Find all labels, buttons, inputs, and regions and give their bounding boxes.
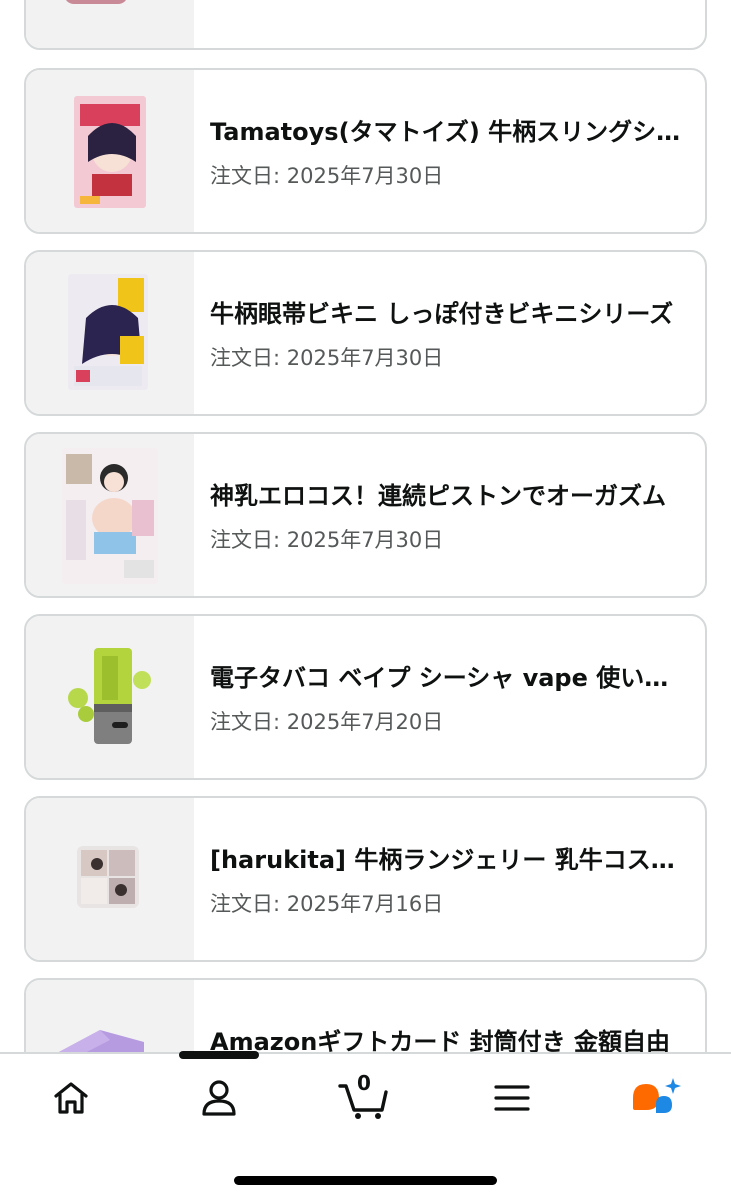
product-thumbnail xyxy=(26,0,194,48)
product-image xyxy=(64,0,128,4)
product-thumbnail xyxy=(26,980,194,1060)
order-card[interactable]: Tamatoys(タマトイズ) 牛柄スリングショット 注文日: 2025年7月3… xyxy=(24,68,707,234)
order-title[interactable]: [harukita] 牛柄ランジェリー 乳牛コスプレ xyxy=(210,840,682,875)
product-thumbnail xyxy=(26,616,194,778)
product-image xyxy=(74,96,146,208)
order-card[interactable] xyxy=(24,0,707,50)
product-image xyxy=(62,448,158,584)
order-card[interactable]: [harukita] 牛柄ランジェリー 乳牛コスプレ 注文日: 2025年7月1… xyxy=(24,796,707,962)
home-indicator[interactable] xyxy=(234,1176,497,1185)
order-title[interactable]: 電子タバコ ベイプ シーシャ vape 使い捨て xyxy=(210,658,682,693)
nav-rufus[interactable] xyxy=(626,1070,686,1126)
user-icon xyxy=(202,1080,236,1116)
nav-cart[interactable]: 0 xyxy=(334,1070,394,1126)
menu-icon xyxy=(494,1085,530,1111)
order-date: 注文日: 2025年7月30日 xyxy=(210,164,444,188)
order-date: 注文日: 2025年7月16日 xyxy=(210,892,444,916)
order-date: 注文日: 2025年7月30日 xyxy=(210,528,444,552)
home-icon xyxy=(54,1082,88,1114)
nav-account[interactable] xyxy=(189,1070,249,1126)
order-title[interactable]: 牛柄眼帯ビキニ しっぽ付きビキニシリーズ xyxy=(210,294,682,329)
product-thumbnail xyxy=(26,252,194,414)
order-card[interactable]: 神乳エロコス！連続ピストンでオーガズム 注文日: 2025年7月30日 xyxy=(24,432,707,598)
order-card[interactable]: 電子タバコ ベイプ シーシャ vape 使い捨て 注文日: 2025年7月20日 xyxy=(24,614,707,780)
product-image xyxy=(68,274,148,390)
nav-home[interactable] xyxy=(41,1070,101,1126)
rufus-assistant-icon xyxy=(633,1078,681,1113)
order-date: 注文日: 2025年7月30日 xyxy=(210,346,444,370)
active-tab-indicator xyxy=(179,1051,259,1059)
product-image xyxy=(68,648,151,744)
product-thumbnail xyxy=(26,70,194,232)
product-image xyxy=(77,846,139,908)
order-card[interactable]: Amazonギフトカード 封筒付き 金額自由 xyxy=(24,978,707,1060)
product-thumbnail xyxy=(26,798,194,960)
order-title[interactable]: 神乳エロコス！連続ピストンでオーガズム xyxy=(210,476,682,511)
nav-menu[interactable] xyxy=(482,1070,542,1126)
order-list: Tamatoys(タマトイズ) 牛柄スリングショット 注文日: 2025年7月3… xyxy=(0,0,731,1060)
order-date: 注文日: 2025年7月20日 xyxy=(210,710,444,734)
order-title[interactable]: Tamatoys(タマトイズ) 牛柄スリングショット xyxy=(210,112,682,147)
cart-count-badge: 0 xyxy=(357,1071,371,1095)
order-card[interactable]: 牛柄眼帯ビキニ しっぽ付きビキニシリーズ 注文日: 2025年7月30日 xyxy=(24,250,707,416)
product-thumbnail xyxy=(26,434,194,596)
